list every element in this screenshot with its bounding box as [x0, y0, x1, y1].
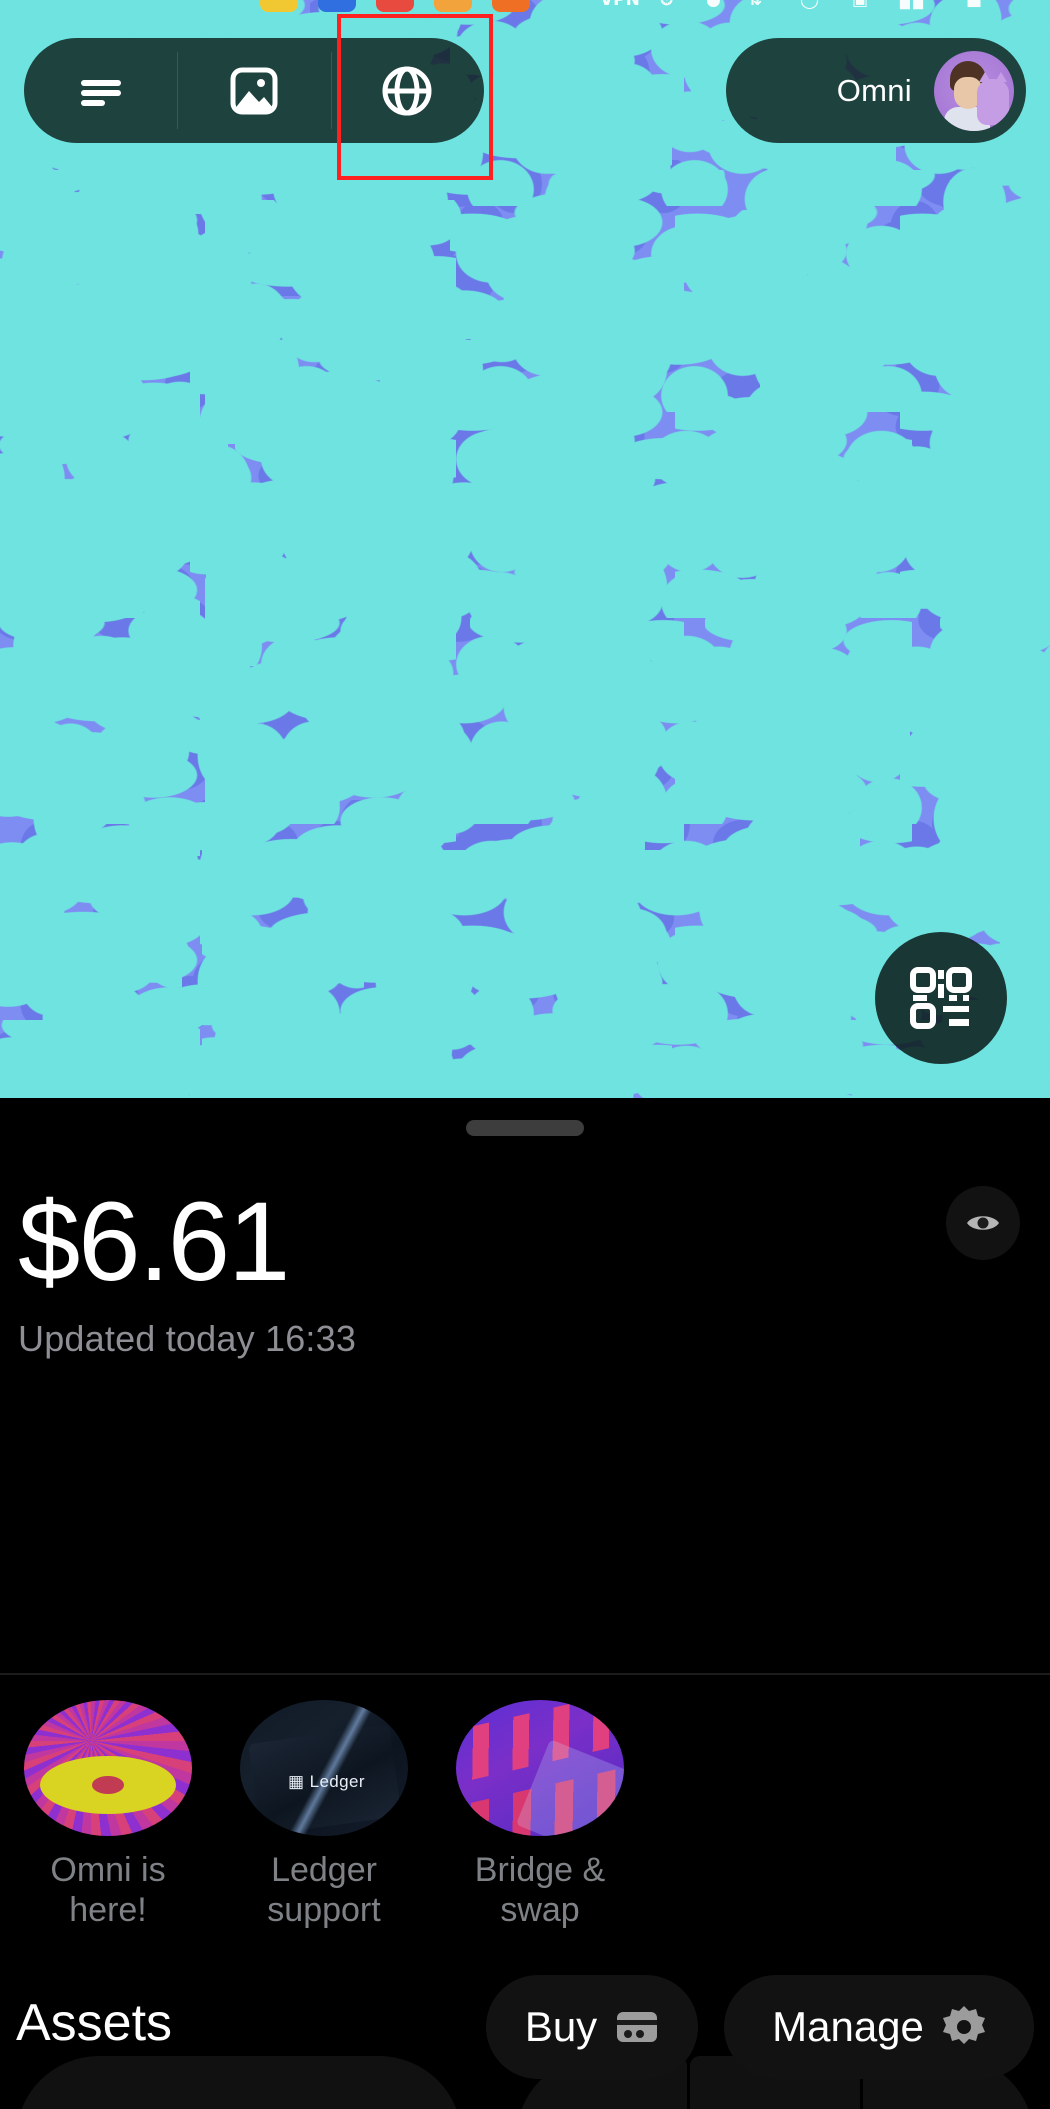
browser-button[interactable]	[331, 38, 484, 143]
story-label: Omni is here!	[8, 1850, 208, 1930]
profile-pill[interactable]: Omni	[726, 38, 1026, 143]
manage-label: Manage	[772, 2003, 924, 2051]
qr-scan-icon	[910, 967, 972, 1029]
ledger-wordmark: ▦ Ledger	[288, 1772, 365, 1792]
credit-card-icon	[615, 2010, 659, 2044]
menu-lines-icon	[77, 71, 125, 111]
location-icon: ●	[706, 0, 721, 10]
eye-icon	[965, 1210, 1001, 1236]
ledger-device-thumbnail: ▦ Ledger	[240, 1700, 408, 1836]
buy-button[interactable]: Buy	[486, 1975, 698, 2079]
gallery-button[interactable]	[177, 38, 330, 143]
notification-dot	[376, 0, 414, 12]
profile-name: Omni	[837, 73, 912, 109]
bluetooth-icon: ⇅	[748, 0, 762, 10]
wallpaper-background	[0, 0, 1050, 1098]
menu-button[interactable]	[24, 38, 177, 143]
last-updated-label: Updated today 16:33	[18, 1318, 356, 1360]
stories-row: Omni is here! ▦ Ledger Ledger support Br…	[0, 1700, 1050, 1930]
gear-icon	[942, 2005, 986, 2049]
wifi-icon: ◯	[800, 0, 819, 10]
story-label: Bridge & swap	[440, 1850, 640, 1930]
image-icon	[229, 66, 279, 116]
notification-dot	[434, 0, 472, 12]
vpn-icon: VPN	[600, 0, 640, 10]
nav-pill-group	[24, 38, 484, 143]
story-card-ledger[interactable]: ▦ Ledger Ledger support	[216, 1700, 432, 1930]
bridge-swap-thumbnail	[456, 1700, 624, 1836]
balance-sheet: $6.61 Updated today 16:33 Earn	[0, 1098, 1050, 2109]
section-divider	[0, 1673, 1050, 1675]
buy-label: Buy	[525, 2003, 597, 2051]
notification-dot	[318, 0, 356, 12]
status-bar-strip: VPN ⏱ ● ⇅ ◯ ▣ ▊▊ ■	[0, 0, 1050, 12]
wallet-home-screen: VPN ⏱ ● ⇅ ◯ ▣ ▊▊ ■	[0, 0, 1050, 2109]
notification-dot	[492, 0, 530, 12]
globe-icon	[380, 64, 434, 118]
avatar[interactable]	[934, 51, 1014, 131]
total-balance: $6.61	[18, 1186, 288, 1298]
cast-icon: ▣	[852, 0, 868, 10]
battery-icon: ■	[966, 0, 982, 10]
assets-section-header: Assets Buy Manage	[0, 1975, 1050, 2085]
qr-scan-button[interactable]	[875, 932, 1007, 1064]
page-title: Assets	[16, 1993, 172, 2053]
alarm-icon: ⏱	[660, 0, 673, 10]
omni-disc-art-thumbnail	[24, 1700, 192, 1836]
hide-balance-toggle[interactable]	[946, 1186, 1020, 1260]
signal-icon: ▊▊	[900, 0, 926, 10]
manage-button[interactable]: Manage	[724, 1975, 1034, 2079]
top-header: Omni	[0, 38, 1050, 143]
sheet-drag-handle[interactable]	[466, 1120, 584, 1136]
story-label: Ledger support	[224, 1850, 424, 1930]
story-card-omni[interactable]: Omni is here!	[0, 1700, 216, 1930]
story-card-bridge[interactable]: Bridge & swap	[432, 1700, 648, 1930]
notification-dot	[260, 0, 298, 12]
